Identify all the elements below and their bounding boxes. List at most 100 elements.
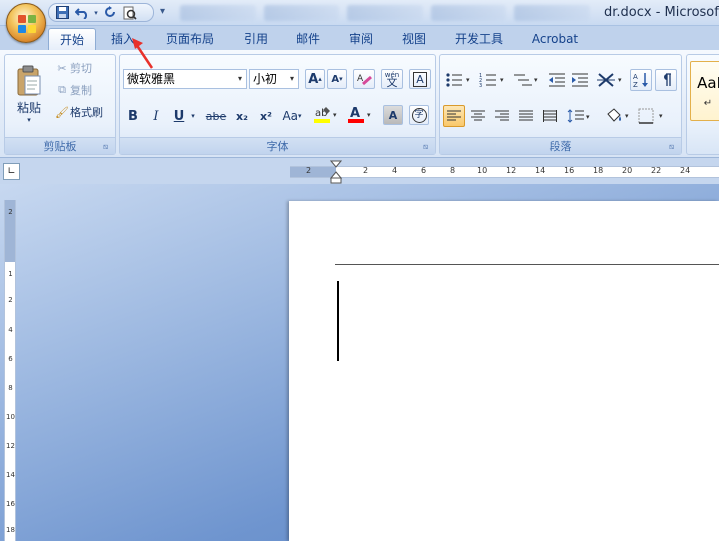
scissors-icon: ✂ [57, 61, 67, 75]
shrink-font-button[interactable]: A ▾ [327, 69, 347, 89]
font-size-combo[interactable]: 小初 ▾ [249, 69, 299, 89]
style-preview-sub: ↵ [703, 98, 713, 109]
show-marks-button[interactable] [655, 69, 677, 91]
tab-acrobat[interactable]: Acrobat [524, 28, 586, 50]
change-case-button[interactable]: Aa ▾ [280, 105, 304, 127]
pilcrow-icon [664, 73, 671, 86]
paste-button[interactable]: 粘贴 ▾ [8, 58, 50, 130]
justify-icon [519, 110, 533, 121]
customize-qat-icon[interactable]: ▾ [160, 6, 165, 17]
tab-view[interactable]: 视图 [394, 28, 434, 50]
svg-text:Z: Z [633, 81, 638, 88]
ruler-bar: ∟ 2 2 4 6 8 10 12 14 16 18 20 22 24 [0, 158, 719, 184]
underline-button[interactable]: U [169, 105, 189, 127]
ruler-number: 18 [593, 166, 604, 175]
character-border-button[interactable]: A [409, 69, 431, 89]
paste-dropdown-icon[interactable]: ▾ [27, 116, 31, 124]
tab-mailings[interactable]: 邮件 [288, 28, 328, 50]
chinese-layout-icon: ▾ [597, 73, 622, 87]
ruler-number: 1 [8, 270, 13, 278]
print-preview-icon[interactable] [122, 5, 137, 20]
undo-dropdown-icon[interactable]: ▾ [93, 5, 99, 20]
styles-group: AaB ↵ [686, 54, 719, 155]
style-normal-button[interactable]: AaB ↵ [690, 61, 719, 121]
clear-formatting-icon: A [357, 74, 372, 86]
change-case-label: Aa [282, 109, 299, 123]
align-center-button[interactable] [467, 105, 489, 127]
underline-dropdown-icon[interactable]: ▾ [188, 105, 198, 127]
justify-button[interactable] [515, 105, 537, 127]
ruler-number: 20 [622, 166, 633, 175]
align-left-button[interactable] [443, 105, 465, 127]
tab-selector-button[interactable]: ∟ [3, 163, 20, 180]
tab-review[interactable]: 审阅 [341, 28, 381, 50]
font-name-dropdown-icon[interactable]: ▾ [234, 70, 246, 88]
clipboard-launcher-icon[interactable]: ⧅ [103, 142, 112, 151]
phonetic-guide-button[interactable]: wén 文 [381, 69, 403, 89]
font-launcher-icon[interactable]: ⧅ [423, 142, 432, 151]
paragraph-launcher-icon[interactable]: ⧅ [669, 142, 678, 151]
indent-marker-icon[interactable] [330, 160, 342, 184]
superscript-button[interactable]: x² [255, 105, 277, 127]
character-shading-button[interactable]: A [383, 105, 403, 125]
format-painter-label: 格式刷 [70, 106, 103, 119]
clear-formatting-button[interactable]: A [353, 69, 375, 89]
ruler-number: 2 [8, 296, 13, 304]
cut-button[interactable]: ✂ 剪切 [53, 59, 115, 77]
watermark: Bai du 经验 jingyan.baidu.com [548, 476, 718, 526]
numbering-button[interactable]: 123 ▾ [477, 69, 509, 91]
ruler-number: 18 [6, 526, 15, 534]
office-button[interactable] [6, 3, 46, 43]
paste-icon [17, 65, 41, 95]
italic-button[interactable]: I [146, 105, 166, 127]
numbered-list-icon: 123 ▾ [479, 73, 504, 88]
align-center-icon [471, 110, 485, 121]
paint-bucket-icon: ▾ [607, 108, 629, 122]
font-color-button[interactable]: A ▾ [345, 103, 375, 127]
watermark-text: Bai du 经验 [554, 482, 705, 510]
save-icon[interactable] [55, 5, 70, 20]
highlight-button[interactable]: ab ▾ [310, 103, 342, 127]
grow-font-icon: A [308, 71, 319, 87]
borders-button[interactable]: ▾ [636, 105, 668, 127]
svg-text:▾: ▾ [466, 76, 470, 84]
sort-icon: AZ [633, 73, 648, 88]
clipboard-group-label: 剪贴板 [5, 137, 115, 154]
font-size-dropdown-icon[interactable]: ▾ [286, 70, 298, 88]
undo-icon[interactable] [74, 5, 89, 20]
shading-button[interactable]: ▾ [602, 105, 634, 127]
align-right-button[interactable] [491, 105, 513, 127]
paragraph-group: ▾ 123 ▾ ▾ ▾ A Z ▾ ▾ ▾ 段落 ⧅ [439, 54, 682, 155]
strikethrough-button[interactable]: abe [204, 105, 228, 127]
ruler-number: 12 [6, 442, 15, 450]
tab-home[interactable]: 开始 [48, 28, 96, 50]
ruler-number: 14 [6, 471, 15, 479]
svg-text:▾: ▾ [367, 111, 371, 119]
grow-font-button[interactable]: A ▴ [305, 69, 325, 89]
decrease-indent-button[interactable] [547, 69, 567, 91]
subscript-button[interactable]: x₂ [231, 105, 253, 127]
tab-page-layout[interactable]: 页面布局 [160, 28, 220, 50]
bold-button[interactable]: B [123, 105, 143, 127]
chinese-layout-button[interactable]: ▾ [595, 69, 627, 91]
bullets-button[interactable]: ▾ [443, 69, 475, 91]
format-painter-button[interactable]: 🖌 格式刷 [53, 103, 115, 121]
line-spacing-button[interactable]: ▾ [565, 105, 595, 127]
sort-button[interactable]: AZ [630, 69, 652, 91]
tab-references[interactable]: 引用 [236, 28, 276, 50]
horizontal-ruler[interactable]: 2 2 4 6 8 10 12 14 16 18 20 22 24 [290, 166, 719, 178]
character-border-icon: A [413, 71, 427, 87]
font-group-label: 字体 [120, 137, 435, 154]
svg-text:▾: ▾ [625, 112, 629, 120]
distributed-button[interactable] [539, 105, 561, 127]
enclose-characters-button[interactable]: 字 [409, 105, 429, 125]
vertical-ruler[interactable]: 2 1 2 4 6 8 10 12 14 16 18 [4, 200, 16, 541]
tab-developer[interactable]: 开发工具 [448, 28, 510, 50]
copy-button[interactable]: ⧉ 复制 [53, 81, 115, 99]
multilevel-list-button[interactable]: ▾ [511, 69, 543, 91]
multilevel-list-icon: ▾ [514, 74, 538, 86]
ruler-number: 16 [564, 166, 575, 175]
redo-icon[interactable] [103, 5, 118, 20]
phonetic-guide-char: 文 [386, 76, 398, 89]
increase-indent-button[interactable] [570, 69, 590, 91]
